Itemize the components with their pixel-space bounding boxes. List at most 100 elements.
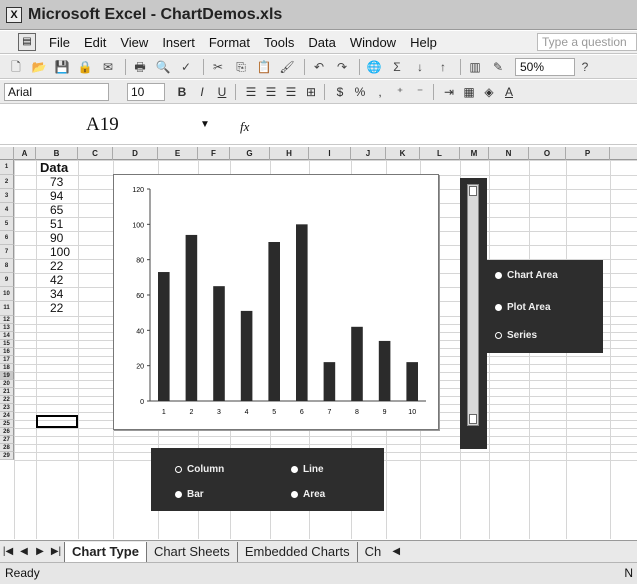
row-header[interactable]: 21	[0, 388, 14, 396]
chart-bar[interactable]	[323, 362, 336, 401]
data-cell[interactable]: 100	[50, 245, 70, 259]
decrease-decimal-icon[interactable]: ⁻	[411, 83, 429, 101]
row-header[interactable]: 8	[0, 259, 14, 273]
font-color-icon[interactable]: A	[500, 83, 518, 101]
drawing-icon[interactable]: ✎	[488, 58, 508, 76]
currency-icon[interactable]: $	[331, 83, 349, 101]
option-column[interactable]: Column	[175, 464, 224, 475]
print-preview-icon[interactable]: 🔍	[153, 58, 173, 76]
font-select[interactable]: Arial	[4, 82, 109, 101]
row-header[interactable]: 4	[0, 203, 14, 217]
scrollbar[interactable]	[467, 184, 479, 426]
paste-icon[interactable]: 📋	[254, 58, 274, 76]
percent-icon[interactable]: %	[351, 83, 369, 101]
row-header[interactable]: 5	[0, 217, 14, 231]
row-header[interactable]: 17	[0, 356, 14, 364]
row-header[interactable]: 14	[0, 332, 14, 340]
menu-data[interactable]: Data	[301, 35, 342, 50]
row-header[interactable]: 6	[0, 231, 14, 245]
format-painter-icon[interactable]: 🖌	[277, 58, 297, 76]
save-icon[interactable]: 💾	[52, 58, 72, 76]
row-header[interactable]: 20	[0, 380, 14, 388]
menu-view[interactable]: View	[113, 35, 155, 50]
first-sheet-icon[interactable]: |◀	[0, 546, 16, 557]
data-cell[interactable]: 22	[50, 301, 63, 315]
column-header[interactable]: H	[270, 147, 309, 160]
worksheet-grid[interactable]: ABCDEFGHIJKLMNOP 1 2 3 4 5 6 7 8 9 10 11 12 13 14 15 16…	[0, 147, 637, 539]
option-series[interactable]: Series	[495, 330, 537, 341]
chevron-down-icon[interactable]: ▼	[200, 119, 210, 130]
last-sheet-icon[interactable]: ▶|	[48, 546, 64, 557]
permission-icon[interactable]: 🔒	[75, 58, 95, 76]
row-header[interactable]: 27	[0, 436, 14, 444]
data-cell[interactable]: 65	[50, 203, 63, 217]
row-header[interactable]: 18	[0, 364, 14, 372]
menu-edit[interactable]: Edit	[77, 35, 113, 50]
data-header-cell[interactable]: Data	[40, 160, 68, 175]
align-left-icon[interactable]: ☰	[242, 83, 260, 101]
print-icon[interactable]: 🖶	[130, 58, 150, 76]
menu-insert[interactable]: Insert	[155, 35, 202, 50]
chart-bar[interactable]	[296, 224, 308, 401]
row-header[interactable]: 1	[0, 160, 14, 175]
row-header[interactable]: 12	[0, 316, 14, 324]
row-header[interactable]: 2	[0, 175, 14, 189]
next-sheet-icon[interactable]: ▶	[32, 546, 48, 557]
borders-icon[interactable]: ▦	[460, 83, 478, 101]
select-all-corner[interactable]	[0, 147, 14, 160]
column-header[interactable]: G	[230, 147, 270, 160]
undo-icon[interactable]: ↶	[309, 58, 329, 76]
row-header[interactable]: 3	[0, 189, 14, 203]
column-header[interactable]: M	[460, 147, 489, 160]
prev-sheet-icon[interactable]: ◀	[16, 546, 32, 557]
tab-chart-type[interactable]: Chart Type	[64, 541, 146, 562]
help-icon[interactable]: ?	[575, 58, 595, 76]
menu-tools[interactable]: Tools	[257, 35, 301, 50]
chart-bar[interactable]	[158, 272, 170, 401]
row-header[interactable]: 15	[0, 340, 14, 348]
open-icon[interactable]: 📂	[29, 58, 49, 76]
chart-bar[interactable]	[185, 234, 198, 401]
autosum-icon[interactable]: Σ	[387, 58, 407, 76]
option-line[interactable]: Line	[291, 464, 324, 475]
new-icon[interactable]: 🗋	[6, 58, 26, 76]
tab-chart-sheets[interactable]: Chart Sheets	[145, 541, 237, 562]
zoom-select[interactable]: 50%	[515, 57, 575, 76]
chart-bar[interactable]	[351, 326, 363, 401]
column-header[interactable]: O	[529, 147, 566, 160]
row-header[interactable]: 25	[0, 420, 14, 428]
chart-bar[interactable]	[268, 242, 280, 401]
chart-wizard-icon[interactable]: ▥	[465, 58, 485, 76]
tab-ch[interactable]: Ch	[356, 541, 389, 562]
option-plot-area[interactable]: Plot Area	[495, 302, 551, 313]
hyperlink-icon[interactable]: 🌐	[364, 58, 384, 76]
italic-icon[interactable]: I	[193, 83, 211, 101]
option-area[interactable]: Area	[291, 489, 325, 500]
sort-descending-icon[interactable]: ↑	[433, 58, 453, 76]
menu-window[interactable]: Window	[343, 35, 403, 50]
font-size-select[interactable]: 10	[127, 82, 165, 101]
row-header[interactable]: 26	[0, 428, 14, 436]
spelling-icon[interactable]: ✓	[176, 58, 196, 76]
active-cell[interactable]	[36, 415, 78, 428]
row-header[interactable]: 13	[0, 324, 14, 332]
align-center-icon[interactable]: ☰	[262, 83, 280, 101]
column-header[interactable]: D	[113, 147, 158, 160]
scroll-up-button[interactable]	[469, 186, 477, 196]
data-cell[interactable]: 34	[50, 287, 63, 301]
row-header[interactable]: 10	[0, 287, 14, 301]
copy-icon[interactable]: ⎘	[231, 58, 251, 76]
name-box[interactable]: A19	[0, 112, 220, 138]
column-header[interactable]: E	[158, 147, 198, 160]
chart-bar[interactable]	[378, 340, 391, 401]
row-header[interactable]: 28	[0, 444, 14, 452]
indent-icon[interactable]: ⇥	[440, 83, 458, 101]
merge-center-icon[interactable]: ⊞	[302, 83, 320, 101]
menu-format[interactable]: Format	[202, 35, 257, 50]
align-right-icon[interactable]: ☰	[282, 83, 300, 101]
row-header[interactable]: 29	[0, 452, 14, 460]
data-cell[interactable]: 22	[50, 259, 63, 273]
data-cell[interactable]: 42	[50, 273, 63, 287]
email-icon[interactable]: ✉	[98, 58, 118, 76]
underline-icon[interactable]: U	[213, 83, 231, 101]
